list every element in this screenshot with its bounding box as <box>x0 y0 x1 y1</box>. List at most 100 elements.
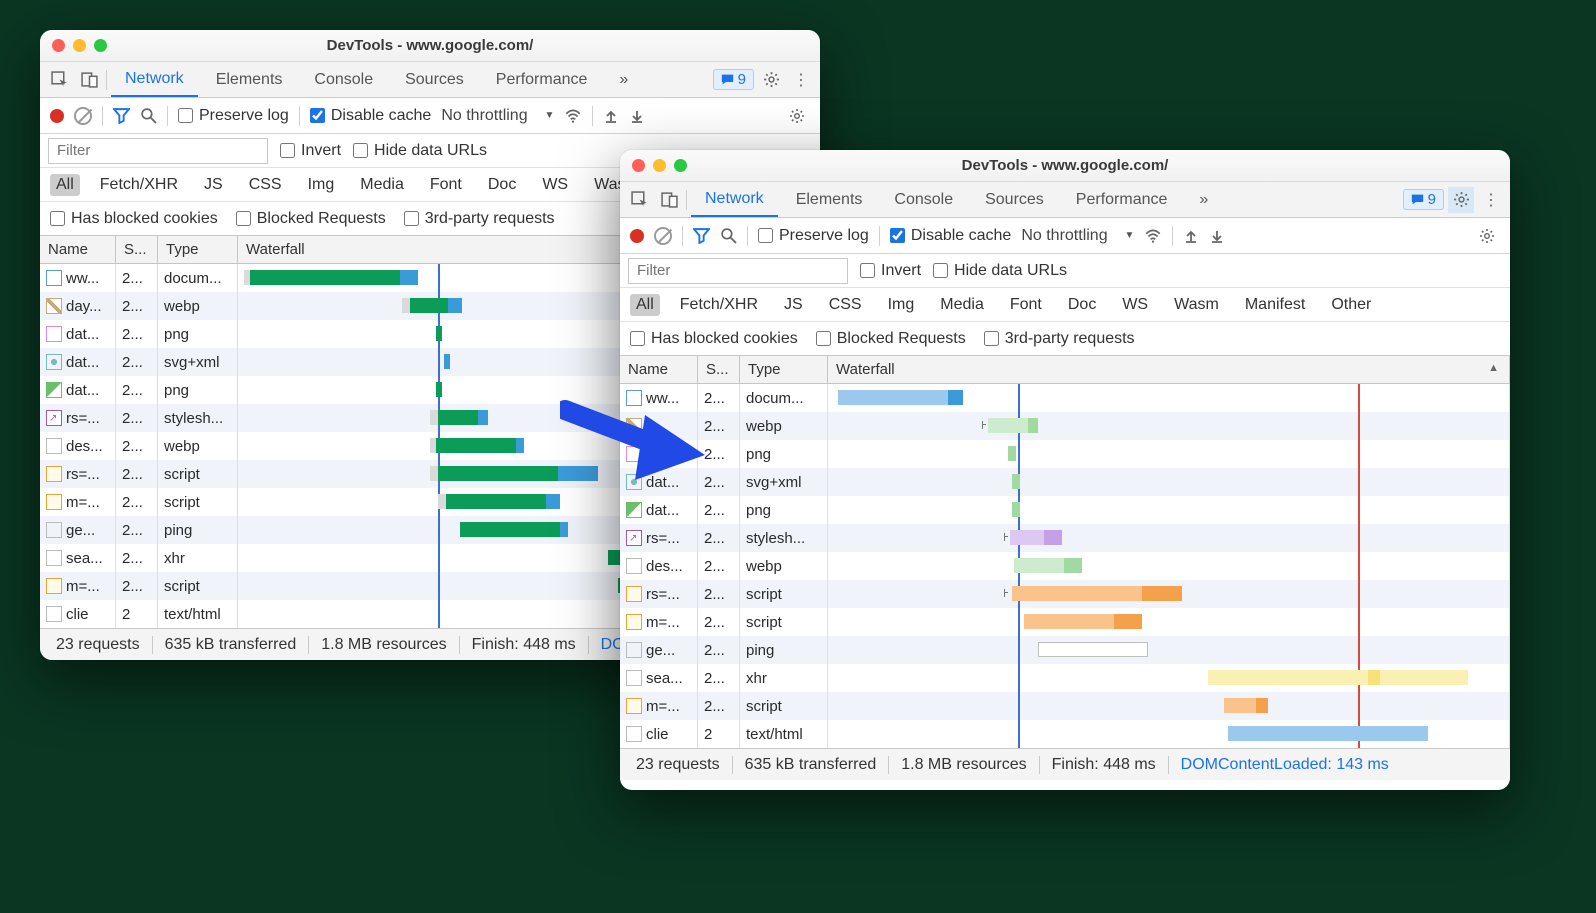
record-button[interactable] <box>50 109 64 123</box>
filter-icon[interactable] <box>693 227 710 244</box>
minimize-icon[interactable] <box>653 159 666 172</box>
blocked-requests-checkbox[interactable]: Blocked Requests <box>236 210 386 228</box>
filter-media[interactable]: Media <box>934 294 990 316</box>
filter-fetch[interactable]: Fetch/XHR <box>94 174 184 196</box>
tab-sources[interactable]: Sources <box>971 182 1058 217</box>
invert-checkbox[interactable]: Invert <box>280 142 341 160</box>
table-row[interactable]: m=...2...script <box>620 608 1510 636</box>
filter-img[interactable]: Img <box>302 174 341 196</box>
clear-icon[interactable] <box>74 107 92 125</box>
filter-wasm[interactable]: Wasm <box>1168 294 1225 316</box>
tab-network[interactable]: Network <box>691 182 778 217</box>
table-row[interactable]: ge...2...ping <box>620 636 1510 664</box>
filter-ws[interactable]: WS <box>1116 294 1154 316</box>
filter-css[interactable]: CSS <box>243 174 288 196</box>
close-icon[interactable] <box>52 39 65 52</box>
record-button[interactable] <box>630 229 644 243</box>
table-row[interactable]: m=...2...script <box>620 692 1510 720</box>
filter-all[interactable]: All <box>630 294 660 316</box>
third-party-checkbox[interactable]: 3rd-party requests <box>404 210 555 228</box>
throttling-select[interactable]: No throttling ▼ <box>441 107 554 125</box>
tab-performance[interactable]: Performance <box>1062 182 1182 217</box>
titlebar[interactable]: DevTools - www.google.com/ <box>40 30 820 62</box>
tab-console[interactable]: Console <box>300 62 387 97</box>
tab-elements[interactable]: Elements <box>782 182 877 217</box>
table-row[interactable]: dat...2...svg+xml <box>620 468 1510 496</box>
table-row[interactable]: rs=...2...stylesh... <box>620 524 1510 552</box>
filter-font[interactable]: Font <box>424 174 468 196</box>
table-row[interactable]: dat...2...png <box>620 496 1510 524</box>
col-status[interactable]: S... <box>116 236 158 263</box>
col-name[interactable]: Name <box>40 236 116 263</box>
zoom-icon[interactable] <box>674 159 687 172</box>
inspect-icon[interactable] <box>46 67 72 93</box>
blocked-cookies-checkbox[interactable]: Has blocked cookies <box>50 210 218 228</box>
filter-img[interactable]: Img <box>882 294 921 316</box>
table-row[interactable]: rs=...2...script <box>620 580 1510 608</box>
table-row[interactable]: ...2...webp <box>620 412 1510 440</box>
hide-dataurls-checkbox[interactable]: Hide data URLs <box>933 262 1067 280</box>
disable-cache-checkbox[interactable]: Disable cache <box>310 107 432 125</box>
third-party-checkbox[interactable]: 3rd-party requests <box>984 330 1135 348</box>
col-type[interactable]: Type <box>158 236 238 263</box>
hide-dataurls-checkbox[interactable]: Hide data URLs <box>353 142 487 160</box>
col-status[interactable]: S... <box>698 356 740 383</box>
table-row[interactable]: ww...2...docum... <box>620 384 1510 412</box>
col-waterfall[interactable]: Waterfall▲ <box>828 356 1510 383</box>
zoom-icon[interactable] <box>94 39 107 52</box>
filter-doc[interactable]: Doc <box>482 174 522 196</box>
tab-sources[interactable]: Sources <box>391 62 478 97</box>
blocked-requests-checkbox[interactable]: Blocked Requests <box>816 330 966 348</box>
wifi-icon[interactable] <box>564 107 582 125</box>
table-row[interactable]: clie2text/html <box>620 720 1510 748</box>
device-toggle-icon[interactable] <box>76 67 102 93</box>
filter-js[interactable]: JS <box>778 294 809 316</box>
filter-manifest[interactable]: Manifest <box>1239 294 1311 316</box>
kebab-icon[interactable]: ⋮ <box>788 67 814 93</box>
filter-font[interactable]: Font <box>1004 294 1048 316</box>
titlebar[interactable]: DevTools - www.google.com/ <box>620 150 1510 182</box>
issues-badge[interactable]: 9 <box>1403 189 1444 210</box>
preserve-log-checkbox[interactable]: Preserve log <box>758 227 869 245</box>
search-icon[interactable] <box>720 227 737 244</box>
upload-icon[interactable] <box>603 108 619 124</box>
blocked-cookies-checkbox[interactable]: Has blocked cookies <box>630 330 798 348</box>
filter-js[interactable]: JS <box>198 174 229 196</box>
table-row[interactable]: dat...2...png <box>620 440 1510 468</box>
filter-all[interactable]: All <box>50 174 80 196</box>
filter-css[interactable]: CSS <box>823 294 868 316</box>
disable-cache-checkbox[interactable]: Disable cache <box>890 227 1012 245</box>
filter-ws[interactable]: WS <box>536 174 574 196</box>
tab-more[interactable]: » <box>605 62 642 97</box>
filter-media[interactable]: Media <box>354 174 410 196</box>
tab-performance[interactable]: Performance <box>482 62 602 97</box>
throttling-select[interactable]: No throttling ▼ <box>1021 227 1134 245</box>
tab-more[interactable]: » <box>1185 182 1222 217</box>
clear-icon[interactable] <box>654 227 672 245</box>
filter-doc[interactable]: Doc <box>1062 294 1102 316</box>
download-icon[interactable] <box>629 108 645 124</box>
invert-checkbox[interactable]: Invert <box>860 262 921 280</box>
table-row[interactable]: des...2...webp <box>620 552 1510 580</box>
download-icon[interactable] <box>1209 228 1225 244</box>
kebab-icon[interactable]: ⋮ <box>1478 187 1504 213</box>
col-name[interactable]: Name <box>620 356 698 383</box>
filter-fetch[interactable]: Fetch/XHR <box>674 294 764 316</box>
close-icon[interactable] <box>632 159 645 172</box>
upload-icon[interactable] <box>1183 228 1199 244</box>
issues-badge[interactable]: 9 <box>713 69 754 90</box>
wifi-icon[interactable] <box>1144 227 1162 245</box>
table-row[interactable]: sea...2...xhr <box>620 664 1510 692</box>
filter-input[interactable] <box>48 138 268 164</box>
gear-icon[interactable] <box>1474 223 1500 249</box>
preserve-log-checkbox[interactable]: Preserve log <box>178 107 289 125</box>
device-toggle-icon[interactable] <box>656 187 682 213</box>
tab-console[interactable]: Console <box>880 182 967 217</box>
tab-network[interactable]: Network <box>111 62 198 97</box>
search-icon[interactable] <box>140 107 157 124</box>
gear-icon[interactable] <box>784 103 810 129</box>
col-type[interactable]: Type <box>740 356 828 383</box>
tab-elements[interactable]: Elements <box>202 62 297 97</box>
gear-icon[interactable] <box>758 67 784 93</box>
filter-icon[interactable] <box>113 107 130 124</box>
